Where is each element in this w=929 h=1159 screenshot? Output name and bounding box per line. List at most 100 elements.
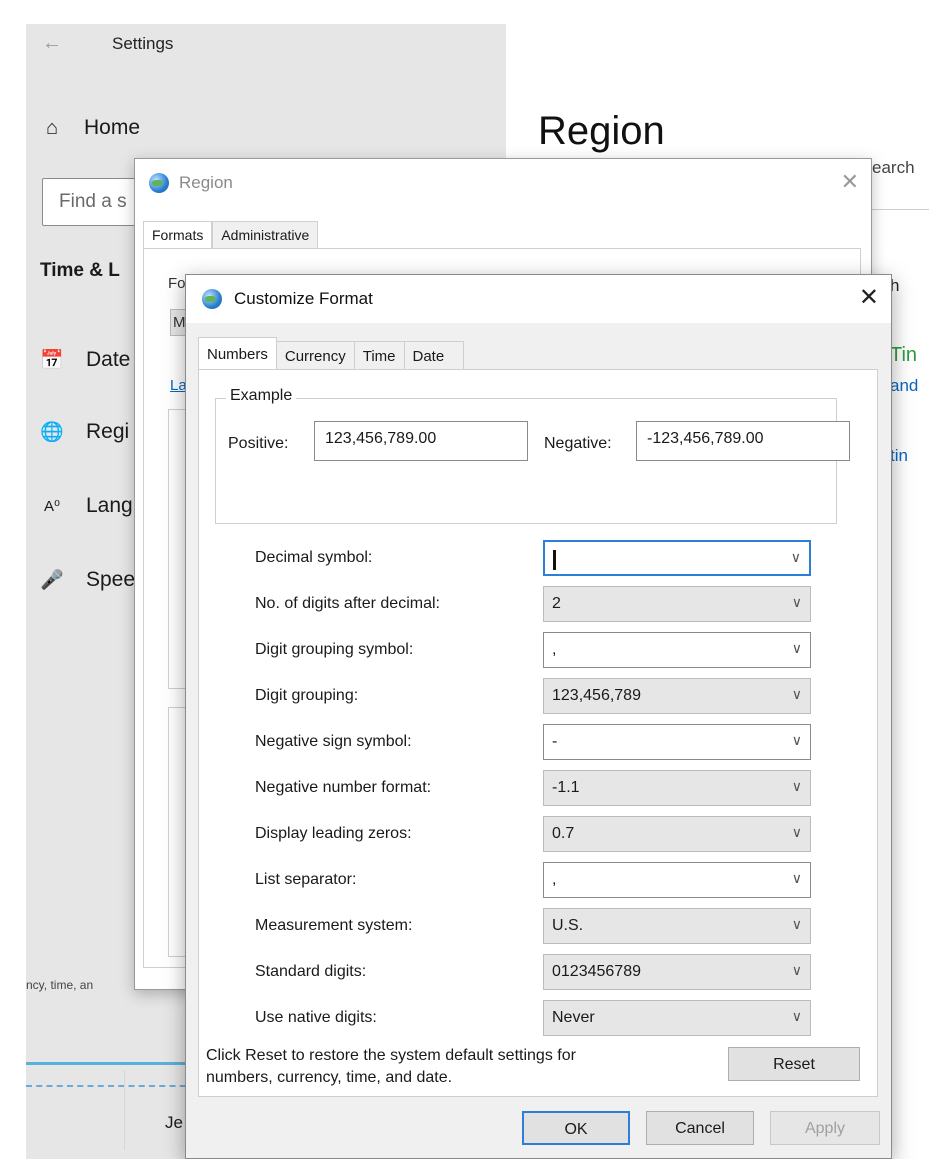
sidebar-item-region[interactable]: 🌐 Regi bbox=[40, 420, 129, 444]
combo-value: Never bbox=[552, 1009, 595, 1026]
customize-format-dialog: Customize Format ✕ Numbers Currency Time… bbox=[185, 274, 892, 1159]
chevron-down-icon[interactable]: ∨ bbox=[792, 778, 802, 795]
home-nav-item[interactable]: ⌂ Home bbox=[40, 116, 140, 140]
region-tabs: Formats Administrative bbox=[143, 221, 319, 249]
ok-button[interactable]: OK bbox=[522, 1111, 630, 1145]
chevron-down-icon[interactable]: ∨ bbox=[791, 549, 801, 566]
sidebar-item-label: Spee bbox=[86, 568, 136, 591]
setting-label: Digit grouping symbol: bbox=[255, 641, 414, 658]
calendar-clock-icon: 📅 bbox=[40, 350, 64, 371]
reset-button[interactable]: Reset bbox=[728, 1047, 860, 1081]
microphone-icon: 🎤 bbox=[40, 570, 64, 591]
settings-title: Settings bbox=[112, 34, 174, 53]
setting-digit-grouping: Digit grouping: 123,456,789 ∨ bbox=[255, 678, 825, 714]
setting-label: Measurement system: bbox=[255, 917, 413, 934]
numbers-tab-body: Example Positive: 123,456,789.00 Negativ… bbox=[198, 369, 878, 1097]
tab-currency[interactable]: Currency bbox=[275, 341, 355, 371]
close-icon[interactable]: ✕ bbox=[841, 169, 859, 195]
setting-label: List separator: bbox=[255, 871, 357, 888]
tab-administrative[interactable]: Administrative bbox=[212, 221, 319, 249]
list-separator-combo[interactable]: , ∨ bbox=[543, 862, 811, 898]
digit-grouping-symbol-combo[interactable]: , ∨ bbox=[543, 632, 811, 668]
sidebar-item-language[interactable]: A⁰ Lang bbox=[40, 494, 133, 518]
text-caret bbox=[553, 550, 556, 570]
chevron-down-icon[interactable]: ∨ bbox=[792, 686, 802, 703]
negative-example-field: -123,456,789.00 bbox=[636, 421, 850, 461]
example-legend: Example bbox=[226, 387, 297, 405]
chevron-down-icon[interactable]: ∨ bbox=[792, 870, 802, 887]
combo-value: 123,456,789 bbox=[552, 687, 641, 704]
apply-button[interactable]: Apply bbox=[770, 1111, 880, 1145]
setting-negative-sign-symbol: Negative sign symbol: - ∨ bbox=[255, 724, 825, 760]
chevron-down-icon[interactable]: ∨ bbox=[792, 594, 802, 611]
combo-value: 0123456789 bbox=[552, 963, 641, 980]
sidebar-item-label: Regi bbox=[86, 420, 130, 443]
combo-value: - bbox=[552, 733, 558, 750]
chevron-down-icon[interactable]: ∨ bbox=[792, 1008, 802, 1025]
close-icon[interactable]: ✕ bbox=[859, 283, 879, 312]
chevron-down-icon[interactable]: ∨ bbox=[792, 824, 802, 841]
setting-decimal-symbol: Decimal symbol: ∨ bbox=[255, 540, 825, 576]
setting-label: Negative sign symbol: bbox=[255, 733, 412, 750]
setting-label: No. of digits after decimal: bbox=[255, 595, 440, 612]
negative-sign-symbol-combo[interactable]: - ∨ bbox=[543, 724, 811, 760]
customize-titlebar: Customize Format bbox=[186, 275, 891, 323]
dialog-title: Customize Format bbox=[234, 289, 373, 308]
truncated-text: Tin bbox=[890, 344, 918, 366]
truncated-link[interactable]: tin bbox=[890, 446, 908, 466]
combo-value bbox=[553, 550, 556, 571]
measurement-system-combo[interactable]: U.S. ∨ bbox=[543, 908, 811, 944]
negative-label: Negative: bbox=[544, 435, 612, 452]
globe-icon bbox=[149, 173, 169, 193]
positive-example-field: 123,456,789.00 bbox=[314, 421, 528, 461]
setting-label: Display leading zeros: bbox=[255, 825, 412, 842]
chevron-down-icon[interactable]: ∨ bbox=[792, 962, 802, 979]
dashed-divider bbox=[26, 1085, 196, 1087]
home-icon: ⌂ bbox=[45, 116, 59, 139]
back-arrow-icon[interactable]: ← bbox=[42, 32, 62, 55]
decimal-symbol-combo[interactable]: ∨ bbox=[543, 540, 811, 576]
chevron-down-icon[interactable]: ∨ bbox=[792, 916, 802, 933]
progress-line bbox=[26, 1062, 206, 1065]
setting-use-native-digits: Use native digits: Never ∨ bbox=[255, 1000, 825, 1036]
divider bbox=[124, 1070, 125, 1150]
use-native-digits-combo[interactable]: Never ∨ bbox=[543, 1000, 811, 1036]
negative-number-format-combo[interactable]: -1.1 ∨ bbox=[543, 770, 811, 806]
setting-display-leading-zeros: Display leading zeros: 0.7 ∨ bbox=[255, 816, 825, 852]
globe-icon bbox=[202, 289, 222, 309]
truncated-text: Fo bbox=[168, 275, 186, 292]
tab-date[interactable]: Date bbox=[403, 341, 464, 371]
section-title: Time & L bbox=[40, 260, 120, 281]
setting-list-separator: List separator: , ∨ bbox=[255, 862, 825, 898]
tab-time[interactable]: Time bbox=[353, 341, 405, 371]
region-titlebar: Region bbox=[135, 159, 871, 207]
setting-negative-number-format: Negative number format: -1.1 ∨ bbox=[255, 770, 825, 806]
combo-value: , bbox=[552, 641, 557, 658]
tab-formats[interactable]: Formats bbox=[143, 221, 213, 249]
customize-tabs: Numbers Currency Time Date bbox=[198, 337, 464, 371]
cancel-button[interactable]: Cancel bbox=[646, 1111, 754, 1145]
sidebar-item-label: Lang bbox=[86, 494, 133, 517]
globe-icon: 🌐 bbox=[40, 422, 64, 443]
sidebar-item-date[interactable]: 📅 Date bbox=[40, 348, 130, 372]
setting-digit-grouping-symbol: Digit grouping symbol: , ∨ bbox=[255, 632, 825, 668]
truncated-text: earch bbox=[872, 150, 929, 210]
digits-after-decimal-combo[interactable]: 2 ∨ bbox=[543, 586, 811, 622]
chevron-down-icon[interactable]: ∨ bbox=[792, 732, 802, 749]
reset-note: Click Reset to restore the system defaul… bbox=[206, 1047, 576, 1086]
combo-value: , bbox=[552, 871, 557, 888]
combo-value: 2 bbox=[552, 595, 561, 612]
combo-value: U.S. bbox=[552, 917, 584, 934]
home-label: Home bbox=[84, 116, 141, 139]
tab-numbers[interactable]: Numbers bbox=[198, 337, 277, 371]
sidebar-item-speech[interactable]: 🎤 Spee bbox=[40, 568, 135, 592]
region-dialog-title: Region bbox=[179, 173, 233, 192]
truncated-link[interactable]: and bbox=[890, 376, 918, 396]
setting-label: Standard digits: bbox=[255, 963, 367, 980]
digit-grouping-combo[interactable]: 123,456,789 ∨ bbox=[543, 678, 811, 714]
page-title: Region bbox=[538, 109, 665, 153]
standard-digits-combo[interactable]: 0123456789 ∨ bbox=[543, 954, 811, 990]
setting-label: Digit grouping: bbox=[255, 687, 359, 704]
display-leading-zeros-combo[interactable]: 0.7 ∨ bbox=[543, 816, 811, 852]
chevron-down-icon[interactable]: ∨ bbox=[792, 640, 802, 657]
